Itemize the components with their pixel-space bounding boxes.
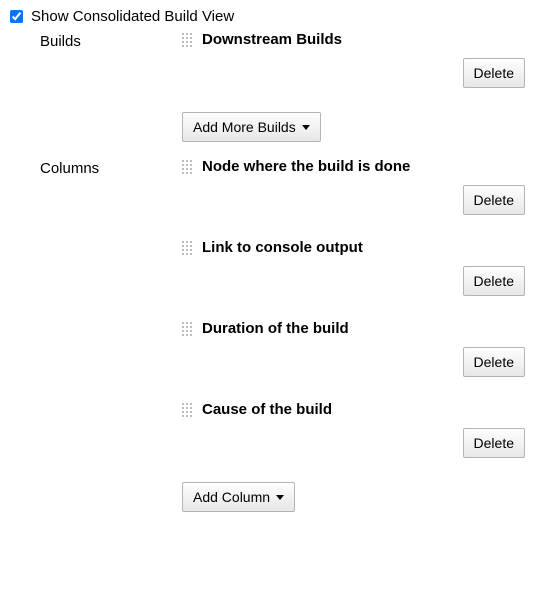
delete-button[interactable]: Delete <box>463 58 525 88</box>
show-consolidated-checkbox[interactable] <box>10 10 23 23</box>
drag-handle-icon[interactable] <box>182 403 194 417</box>
columns-section-label: Columns <box>40 158 182 177</box>
add-column-button[interactable]: Add Column <box>182 482 295 512</box>
delete-button[interactable]: Delete <box>463 185 525 215</box>
delete-button[interactable]: Delete <box>463 266 525 296</box>
show-consolidated-label: Show Consolidated Build View <box>31 8 234 25</box>
build-item: Downstream Builds Delete <box>182 31 531 88</box>
builds-section-body: Downstream Builds Delete Add More Builds <box>182 31 531 154</box>
delete-button[interactable]: Delete <box>463 347 525 377</box>
drag-handle-icon[interactable] <box>182 241 194 255</box>
caret-down-icon <box>302 125 310 130</box>
columns-section-body: Node where the build is done Delete <box>182 158 531 524</box>
builds-section-label: Builds <box>40 31 182 50</box>
column-item-title: Link to console output <box>202 239 363 256</box>
column-item: Link to console output Delete <box>182 239 531 296</box>
drag-handle-icon[interactable] <box>182 322 194 336</box>
add-more-builds-button[interactable]: Add More Builds <box>182 112 321 142</box>
column-item: Cause of the build Delete <box>182 401 531 458</box>
add-more-builds-label: Add More Builds <box>193 119 296 135</box>
column-item-title: Cause of the build <box>202 401 332 418</box>
build-item-title: Downstream Builds <box>202 31 342 48</box>
drag-handle-icon[interactable] <box>182 160 194 174</box>
column-item: Node where the build is done Delete <box>182 158 531 215</box>
column-item-title: Duration of the build <box>202 320 349 337</box>
add-column-label: Add Column <box>193 489 270 505</box>
delete-button[interactable]: Delete <box>463 428 525 458</box>
caret-down-icon <box>276 495 284 500</box>
column-item-title: Node where the build is done <box>202 158 410 175</box>
drag-handle-icon[interactable] <box>182 33 194 47</box>
column-item: Duration of the build Delete <box>182 320 531 377</box>
